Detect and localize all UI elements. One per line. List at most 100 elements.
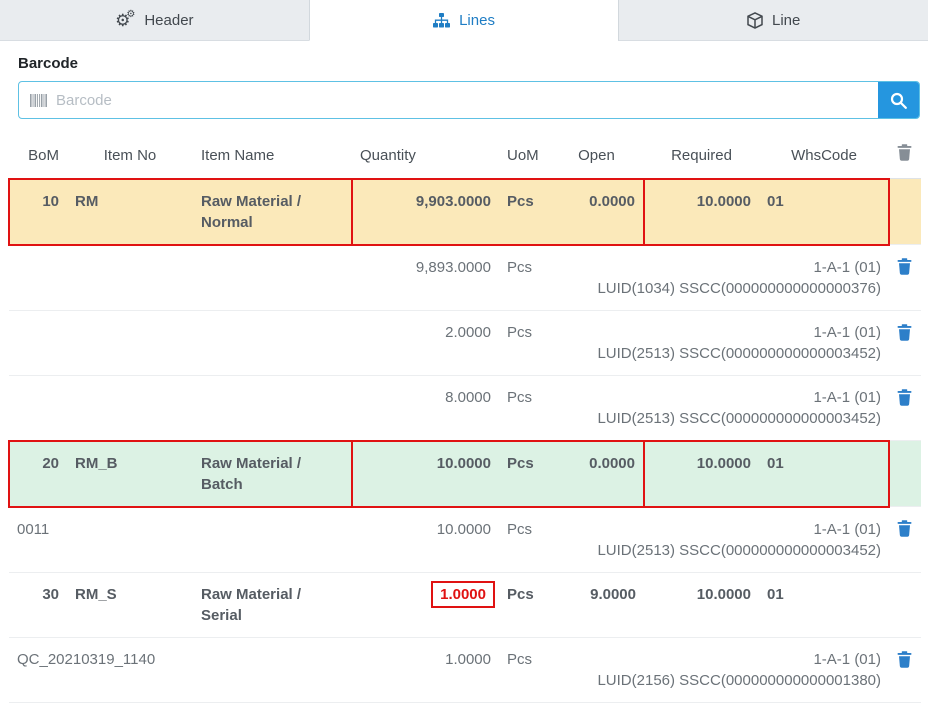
luid-sscc: LUID(2513) SSCC(000000000000003452) (557, 408, 881, 429)
tab-lines[interactable]: Lines (309, 0, 619, 41)
detail-row[interactable]: 0011 10.0000 Pcs 1-A-1 (01) LUID(2513) S… (9, 507, 921, 573)
item-row[interactable]: 10 RM Raw Material / Normal 9,903.0000 P… (9, 179, 921, 245)
barcode-input[interactable] (56, 92, 867, 109)
quantity-cell: 9,893.0000 (352, 245, 499, 311)
delete-row-button[interactable] (895, 322, 914, 343)
item-row[interactable]: 30 RM_S Raw Material / Serial 1.0000 Pcs… (9, 572, 921, 637)
search-button[interactable] (878, 82, 919, 118)
batch-serial-code-cell (9, 310, 352, 375)
quantity-cell: 10.0000 (352, 441, 499, 507)
col-header-whscode: WhsCode (759, 133, 889, 179)
bom-cell: 10 (9, 179, 67, 245)
uom-cell: Pcs (499, 507, 549, 573)
bin-cell: 1-A-1 (01) LUID(2156) SSCC(0000000000000… (549, 637, 889, 702)
tabbar: ⚙⚙ Header Lines Line (0, 0, 928, 41)
tab-line-label: Line (772, 12, 800, 29)
uom-cell: Pcs (499, 375, 549, 441)
tab-line[interactable]: Line (618, 0, 928, 41)
bin-cell: 1-A-1 (01) LUID(1034) SSCC(0000000000000… (549, 245, 889, 311)
trash-icon (897, 144, 912, 161)
batch-serial-code-cell (9, 375, 352, 441)
required-cell: 10.0000 (644, 179, 759, 245)
itemno-cell: RM (67, 179, 193, 245)
quantity-cell: 2.0000 (352, 310, 499, 375)
whscode-cell: 01 (759, 572, 889, 637)
quantity-cell: 10.0000 (352, 507, 499, 573)
luid-sscc: LUID(2156) SSCC(000000000000001380) (557, 670, 881, 691)
delete-cell (889, 507, 921, 573)
detail-row[interactable]: QC_20210319_1140 1.0000 Pcs 1-A-1 (01) L… (9, 637, 921, 702)
itemname-cell: Raw Material / Batch (193, 441, 352, 507)
delete-row-button[interactable] (895, 256, 914, 277)
cube-icon (747, 12, 763, 29)
itemno-cell: RM_S (67, 572, 193, 637)
delete-cell (889, 572, 921, 637)
batch-serial-code-cell: QC_20210319_1140 (9, 637, 352, 702)
search-icon (890, 92, 907, 109)
main-content: Barcode (0, 41, 928, 703)
barcode-input-wrap (19, 82, 878, 118)
detail-row[interactable]: 2.0000 Pcs 1-A-1 (01) LUID(2513) SSCC(00… (9, 310, 921, 375)
bin-cell: 1-A-1 (01) LUID(2513) SSCC(0000000000000… (549, 507, 889, 573)
uom-cell: Pcs (499, 245, 549, 311)
barcode-icon (30, 94, 47, 107)
quantity-warning-value: 1.0000 (431, 581, 495, 608)
trash-icon (897, 324, 912, 341)
item-row[interactable]: 20 RM_B Raw Material / Batch 10.0000 Pcs… (9, 441, 921, 507)
whscode-cell: 01 (759, 179, 889, 245)
uom-cell: Pcs (499, 179, 549, 245)
required-cell: 10.0000 (644, 441, 759, 507)
batch-serial-code-cell: 0011 (9, 507, 352, 573)
tab-header[interactable]: ⚙⚙ Header (0, 0, 309, 41)
delete-cell (889, 375, 921, 441)
trash-icon (897, 389, 912, 406)
delete-row-button[interactable] (895, 649, 914, 670)
delete-row-button[interactable] (895, 387, 914, 408)
bin-location: 1-A-1 (01) (557, 649, 881, 670)
itemname-cell: Raw Material / Normal (193, 179, 352, 245)
trash-icon (897, 258, 912, 275)
luid-sscc: LUID(2513) SSCC(000000000000003452) (557, 540, 881, 561)
uom-cell: Pcs (499, 441, 549, 507)
col-header-quantity: Quantity (352, 133, 499, 179)
col-header-required: Required (644, 133, 759, 179)
detail-row[interactable]: 9,893.0000 Pcs 1-A-1 (01) LUID(1034) SSC… (9, 245, 921, 311)
quantity-cell: 1.0000 (352, 572, 499, 637)
col-header-bom: BoM (9, 133, 67, 179)
required-cell: 10.0000 (644, 572, 759, 637)
col-header-open: Open (549, 133, 644, 179)
batch-serial-code-cell (9, 245, 352, 311)
whscode-cell: 01 (759, 441, 889, 507)
uom-cell: Pcs (499, 572, 549, 637)
bom-cell: 20 (9, 441, 67, 507)
cogs-icon: ⚙⚙ (115, 12, 135, 29)
col-header-delete (889, 133, 921, 179)
lines-table: BoM Item No Item Name Quantity UoM Open … (8, 133, 921, 703)
quantity-cell: 1.0000 (352, 637, 499, 702)
delete-cell (889, 179, 921, 245)
trash-icon (897, 651, 912, 668)
barcode-input-group (18, 81, 920, 119)
open-cell: 9.0000 (549, 572, 644, 637)
bin-location: 1-A-1 (01) (557, 322, 881, 343)
bin-cell: 1-A-1 (01) LUID(2513) SSCC(0000000000000… (549, 375, 889, 441)
col-header-itemno: Item No (67, 133, 193, 179)
quantity-cell: 9,903.0000 (352, 179, 499, 245)
tab-header-label: Header (144, 12, 193, 29)
barcode-label: Barcode (18, 55, 910, 72)
uom-cell: Pcs (499, 637, 549, 702)
bin-location: 1-A-1 (01) (557, 519, 881, 540)
luid-sscc: LUID(1034) SSCC(000000000000000376) (557, 278, 881, 299)
sitemap-icon (433, 13, 450, 28)
delete-row-button[interactable] (895, 518, 914, 539)
open-cell: 0.0000 (549, 441, 644, 507)
delete-cell (889, 310, 921, 375)
table-header-row: BoM Item No Item Name Quantity UoM Open … (9, 133, 921, 179)
delete-cell (889, 441, 921, 507)
open-cell: 0.0000 (549, 179, 644, 245)
bin-cell: 1-A-1 (01) LUID(2513) SSCC(0000000000000… (549, 310, 889, 375)
detail-row[interactable]: 8.0000 Pcs 1-A-1 (01) LUID(2513) SSCC(00… (9, 375, 921, 441)
bin-location: 1-A-1 (01) (557, 257, 881, 278)
bom-cell: 30 (9, 572, 67, 637)
quantity-cell: 8.0000 (352, 375, 499, 441)
